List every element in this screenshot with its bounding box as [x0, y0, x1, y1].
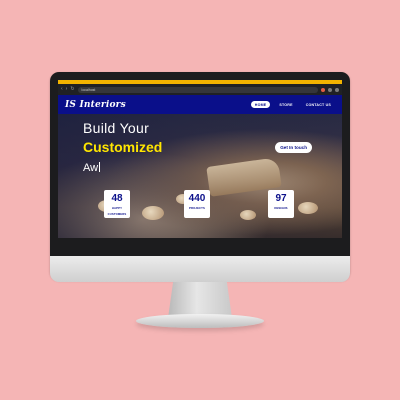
hero-background-image — [298, 202, 318, 214]
typed-text: Aw — [83, 162, 99, 174]
stat-label: PROJECTS — [189, 206, 205, 210]
hero-background-image — [240, 210, 256, 220]
forward-icon[interactable]: › — [66, 87, 68, 92]
hero-headline: Build Your Customized Aw — [83, 119, 162, 176]
extension-icon[interactable] — [321, 87, 325, 92]
stat-value: 440 — [188, 193, 206, 204]
monitor-stand-base — [136, 314, 264, 328]
site-nav: HOME STORE CONTACT US — [250, 101, 335, 108]
browser-address-bar: ‹ › ↻ localhost — [58, 84, 342, 95]
nav-home[interactable]: HOME — [250, 101, 271, 108]
stat-value: 48 — [111, 193, 123, 204]
site-header: IS Interiors HOME STORE CONTACT US — [58, 95, 342, 114]
profile-icon[interactable] — [328, 87, 332, 92]
stat-label: DESIGNS — [274, 206, 288, 210]
hero-line-2: Customized — [83, 139, 163, 155]
back-icon[interactable]: ‹ — [61, 87, 63, 92]
stat-card-designs: 97 DESIGNS — [268, 190, 294, 218]
monitor-screen: ‹ › ↻ localhost IS Interiors HOME STORE … — [58, 80, 342, 238]
monitor-stand-neck — [168, 282, 232, 318]
hero-line-1: Build Your — [83, 120, 150, 136]
nav-store[interactable]: STORE — [275, 101, 296, 108]
hero-section: Build Your Customized Aw Get In touch 48… — [58, 114, 342, 238]
stat-label: HAPPY — [111, 206, 123, 210]
nav-contact-us[interactable]: CONTACT US — [302, 101, 335, 108]
text-cursor — [99, 162, 101, 172]
monitor-chin — [50, 256, 350, 282]
stat-card-customers: 48 HAPPY CUSTOMERS — [104, 190, 130, 218]
stat-value: 97 — [275, 193, 287, 204]
stat-label: CUSTOMERS — [107, 211, 127, 216]
get-in-touch-button[interactable]: Get In touch — [275, 142, 312, 153]
menu-icon[interactable] — [335, 87, 339, 92]
url-field[interactable]: localhost — [77, 86, 318, 93]
site-logo[interactable]: IS Interiors — [65, 100, 126, 110]
reload-icon[interactable]: ↻ — [70, 87, 74, 92]
hero-line-3: Aw — [83, 160, 162, 176]
hero-background-image — [142, 206, 164, 220]
stat-card-projects: 440 PROJECTS — [184, 190, 210, 218]
